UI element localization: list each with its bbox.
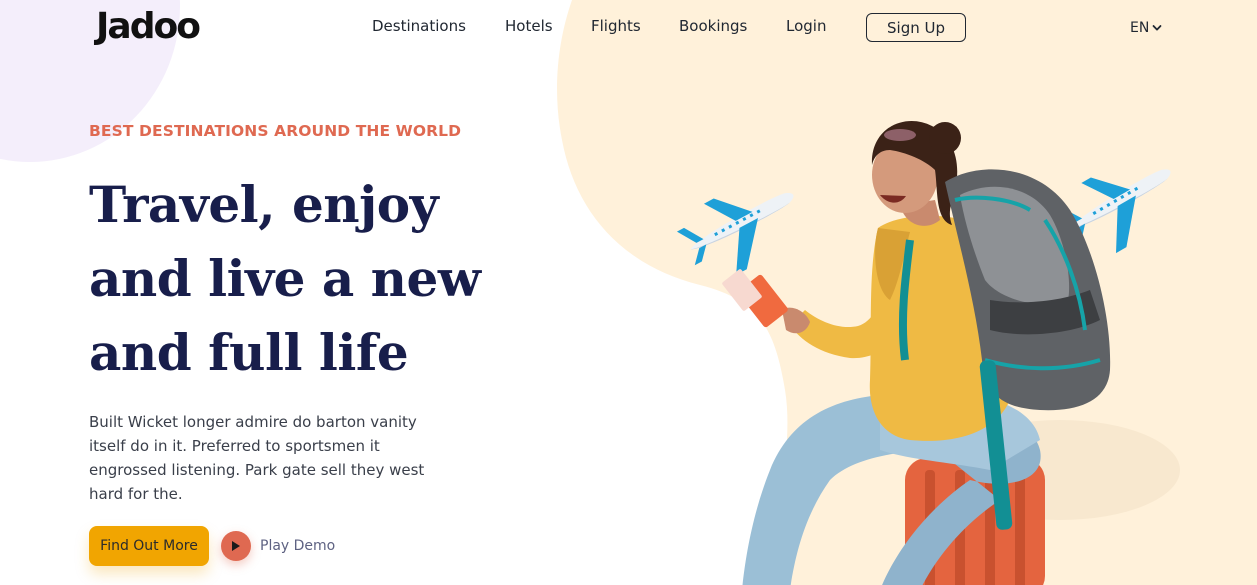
passport-icon [722, 269, 788, 328]
airplane-icon [676, 192, 794, 275]
landing-page: Jadoo Destinations Hotels Flights Bookin… [0, 0, 1257, 585]
hero-illustration [676, 120, 1180, 585]
